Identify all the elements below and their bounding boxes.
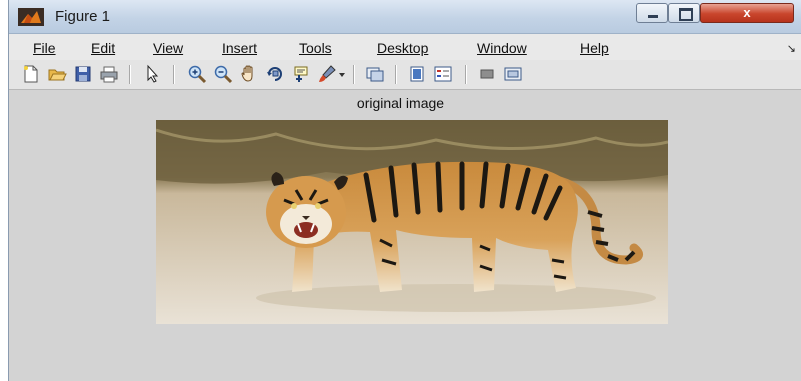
toolbar-separator	[353, 65, 355, 84]
menu-insert[interactable]: Insert	[222, 40, 257, 56]
menu-desktop[interactable]: Desktop	[377, 40, 428, 56]
new-figure-icon[interactable]	[21, 64, 41, 84]
maximize-button[interactable]	[668, 3, 700, 23]
minimize-icon	[648, 15, 658, 18]
zoom-out-icon[interactable]	[213, 64, 233, 84]
title-bar[interactable]: Figure 1 x	[9, 0, 801, 34]
menu-tools-label: Tools	[299, 40, 332, 56]
data-cursor-icon[interactable]	[291, 64, 311, 84]
show-plot-tools-icon[interactable]	[503, 64, 523, 84]
dropdown-arrow-icon[interactable]	[337, 64, 347, 84]
save-icon[interactable]	[73, 64, 93, 84]
original-image	[156, 120, 668, 324]
axes-title: original image	[356, 95, 445, 111]
maximize-icon	[679, 8, 693, 21]
colorbar-icon[interactable]	[407, 64, 427, 84]
menu-desktop-label: Desktop	[377, 40, 429, 56]
menu-edit-label: Edit	[91, 40, 116, 56]
rotate-3d-icon[interactable]	[265, 64, 285, 84]
menu-help-label: Help	[580, 40, 609, 56]
menu-help[interactable]: Help	[580, 40, 609, 56]
toolbar-separator	[465, 65, 467, 84]
open-file-icon[interactable]	[47, 64, 67, 84]
minimize-button[interactable]	[636, 3, 668, 23]
menu-view[interactable]: View	[153, 40, 183, 56]
brush-icon[interactable]	[317, 64, 337, 84]
menu-insert-label: Insert	[222, 40, 258, 56]
print-icon[interactable]	[99, 64, 119, 84]
close-button[interactable]: x	[700, 3, 794, 23]
menu-window-label: Window	[477, 40, 527, 56]
menu-overflow-icon[interactable]: ↘	[787, 42, 796, 55]
pointer-icon[interactable]	[143, 64, 163, 84]
legend-icon[interactable]	[433, 64, 453, 84]
menu-bar: File Edit View Insert Tools Desktop Wind…	[9, 34, 801, 60]
link-plot-icon[interactable]	[365, 64, 385, 84]
window-title: Figure 1	[55, 8, 111, 25]
toolbar-separator	[129, 65, 131, 84]
figure-toolbar	[9, 60, 801, 90]
zoom-in-icon[interactable]	[187, 64, 207, 84]
toolbar-separator	[395, 65, 397, 84]
menu-window[interactable]: Window	[477, 40, 527, 56]
menu-view-label: View	[153, 40, 184, 56]
menu-tools[interactable]: Tools	[299, 40, 332, 56]
matlab-logo-icon	[18, 8, 44, 26]
menu-file[interactable]: File	[33, 40, 56, 56]
close-icon: x	[743, 5, 751, 20]
pan-hand-icon[interactable]	[239, 64, 259, 84]
menu-edit[interactable]: Edit	[91, 40, 115, 56]
hide-plot-tools-icon[interactable]	[477, 64, 497, 84]
menu-file-label: File	[33, 40, 56, 56]
toolbar-separator	[173, 65, 175, 84]
